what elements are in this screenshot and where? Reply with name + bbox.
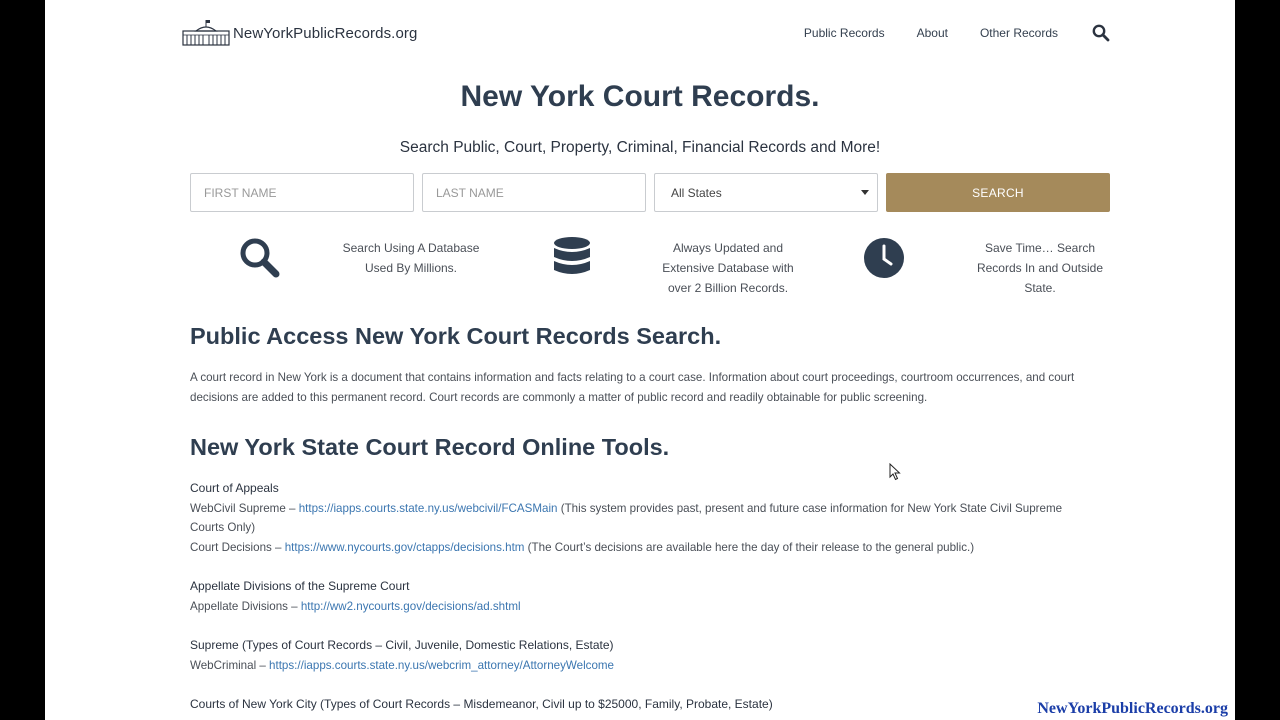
nav-other-records[interactable]: Other Records (980, 26, 1058, 40)
page-subtitle: Search Public, Court, Property, Criminal… (399, 139, 881, 156)
caret-down-icon (861, 190, 869, 195)
main-nav: Public Records About Other Records (772, 24, 1110, 42)
court-decisions-line: Court Decisions – https://www.nycourts.g… (190, 538, 1120, 558)
feature-line: Records In and Outside (976, 261, 1104, 275)
webcivil-description-cont: Courts Only) (190, 521, 256, 535)
appellate-heading: Appellate Divisions of the Supreme Court (190, 579, 410, 593)
webcivil-link[interactable]: https://iapps.courts.state.ny.us/webcivi… (299, 502, 558, 515)
paragraph-line: decisions are added to this permanent re… (190, 391, 928, 404)
appellate-label: Appellate Divisions – (190, 599, 301, 613)
magnifier-icon (240, 238, 280, 278)
nav-public-records[interactable]: Public Records (804, 26, 885, 40)
page-title: New York Court Records. (460, 80, 820, 113)
nyc-block: Courts of New York City (Types of Court … (190, 695, 1120, 715)
logo-text: NewYorkPublicRecords.org (233, 24, 418, 42)
feature-line: Always Updated and (672, 241, 784, 255)
appellate-link[interactable]: http://ww2.nycourts.gov/decisions/ad.sht… (301, 600, 521, 613)
database-icon (554, 237, 590, 274)
section-heading-online-tools: New York State Court Record Online Tools… (190, 434, 670, 460)
feature-line: Search Using A Database (342, 241, 480, 255)
feature-line: Extensive Database with (662, 261, 794, 275)
state-select-value: All States (671, 185, 722, 200)
feature-text-updated: Always Updated and Extensive Database wi… (653, 238, 803, 298)
court-decisions-link[interactable]: https://www.nycourts.gov/ctapps/decision… (285, 541, 525, 554)
search-form: FIRST NAME LAST NAME All States SEARCH (190, 173, 1110, 212)
webcivil-label: WebCivil Supreme – (190, 501, 299, 515)
feature-line: Save Time… Search (984, 241, 1096, 255)
mouse-cursor-icon (889, 463, 901, 481)
paragraph-line: A court record in New York is a document… (190, 371, 1075, 384)
page: NewYorkPublicRecords.org Public Records … (45, 0, 1235, 720)
webcivil-line: WebCivil Supreme – https://iapps.courts.… (190, 499, 1120, 519)
supreme-heading: Supreme (Types of Court Records – Civil,… (190, 638, 614, 652)
search-icon[interactable] (1092, 24, 1110, 42)
webcriminal-label: WebCriminal – (190, 658, 270, 672)
appellate-line: Appellate Divisions – http://ww2.nycourt… (190, 597, 1120, 617)
court-decisions-description: (The Court’s decisions are available her… (524, 541, 975, 555)
site-logo[interactable]: NewYorkPublicRecords.org (182, 18, 417, 48)
court-decisions-label: Court Decisions – (190, 541, 285, 555)
search-button[interactable]: SEARCH (886, 173, 1110, 212)
clock-icon (864, 238, 904, 278)
section-heading-public-access: Public Access New York Court Records Sea… (190, 323, 722, 349)
capitol-building-icon (182, 20, 230, 46)
nyc-heading: Courts of New York City (Types of Court … (190, 697, 773, 711)
feature-text-database: Search Using A Database Used By Millions… (335, 238, 487, 278)
feature-line: State. (1024, 281, 1056, 295)
supreme-block: Supreme (Types of Court Records – Civil,… (190, 636, 1120, 675)
webcriminal-link[interactable]: https://iapps.courts.state.ny.us/webcrim… (269, 659, 614, 672)
watermark: NewYorkPublicRecords.org (1037, 700, 1228, 717)
feature-text-save-time: Save Time… Search Records In and Outside… (965, 238, 1115, 298)
appellate-block: Appellate Divisions of the Supreme Court… (190, 577, 1120, 616)
feature-line: over 2 Billion Records. (667, 281, 789, 295)
webcivil-description: (This system provides past, present and … (557, 501, 1063, 515)
nav-about[interactable]: About (917, 26, 948, 40)
court-of-appeals-block: Court of Appeals WebCivil Supreme – http… (190, 479, 1120, 558)
feature-line: Used By Millions. (364, 261, 458, 275)
last-name-input[interactable]: LAST NAME (422, 173, 646, 212)
webcriminal-line: WebCriminal – https://iapps.courts.state… (190, 656, 1120, 676)
first-name-input[interactable]: FIRST NAME (190, 173, 414, 212)
state-select[interactable]: All States (654, 173, 878, 212)
section-paragraph: A court record in New York is a document… (190, 368, 1120, 408)
court-of-appeals-heading: Court of Appeals (190, 481, 279, 495)
